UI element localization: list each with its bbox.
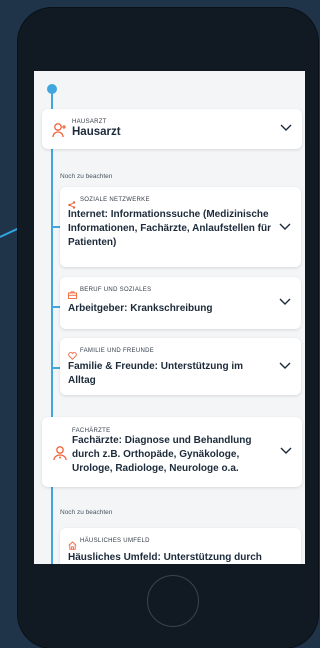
card-fachaerzte[interactable]: FACHÄRZTE Fachärzte: Diagnose und Behand… <box>42 417 302 487</box>
timeline-dot <box>47 84 57 94</box>
chevron-down-icon[interactable] <box>279 223 291 235</box>
section-label: Noch zu beachten <box>60 173 113 180</box>
card-title: Fachärzte: Diagnose und Behandlung durch… <box>72 435 252 474</box>
app-screen: HAUSARZT Hausarzt Noch zu beachten SOZIA… <box>34 71 305 564</box>
doctor-icon <box>52 445 68 466</box>
card-internet[interactable]: SOZIALE NETZWERKE Internet: Informations… <box>60 187 301 267</box>
chevron-down-icon[interactable] <box>279 298 291 310</box>
card-eyebrow: FAMILIE UND FREUNDE <box>80 348 155 354</box>
card-eyebrow: BERUF UND SOZIALES <box>80 287 152 293</box>
card-eyebrow: HÄUSLICHES UMFELD <box>80 538 150 544</box>
chevron-down-icon[interactable] <box>280 124 292 136</box>
card-hausarzt[interactable]: HAUSARZT Hausarzt <box>42 109 302 149</box>
card-familie[interactable]: FAMILIE UND FREUNDE Familie & Freunde: U… <box>60 338 301 395</box>
chevron-down-icon[interactable] <box>279 362 291 374</box>
card-arbeitgeber[interactable]: BERUF UND SOZIALES Arbeitgeber: Kranksch… <box>60 277 301 329</box>
home-button[interactable] <box>147 575 199 627</box>
doctor-icon <box>52 122 68 143</box>
card-title: Häusliches Umfeld: Unterstützung durch <box>68 552 262 563</box>
card-title: Internet: Informationssuche (Medizinisch… <box>68 209 271 248</box>
card-haeusliches[interactable]: HÄUSLICHES UMFELD Häusliches Umfeld: Unt… <box>60 528 301 564</box>
card-title: Arbeitgeber: Krankschreibung <box>68 303 213 314</box>
card-title: Hausarzt <box>72 126 121 138</box>
chevron-down-icon[interactable] <box>280 447 292 459</box>
section-label: Noch zu beachten <box>60 509 113 516</box>
card-eyebrow: SOZIALE NETZWERKE <box>80 197 150 203</box>
card-title: Familie & Freunde: Unterstützung im Allt… <box>68 361 244 386</box>
timeline-line <box>51 89 53 564</box>
